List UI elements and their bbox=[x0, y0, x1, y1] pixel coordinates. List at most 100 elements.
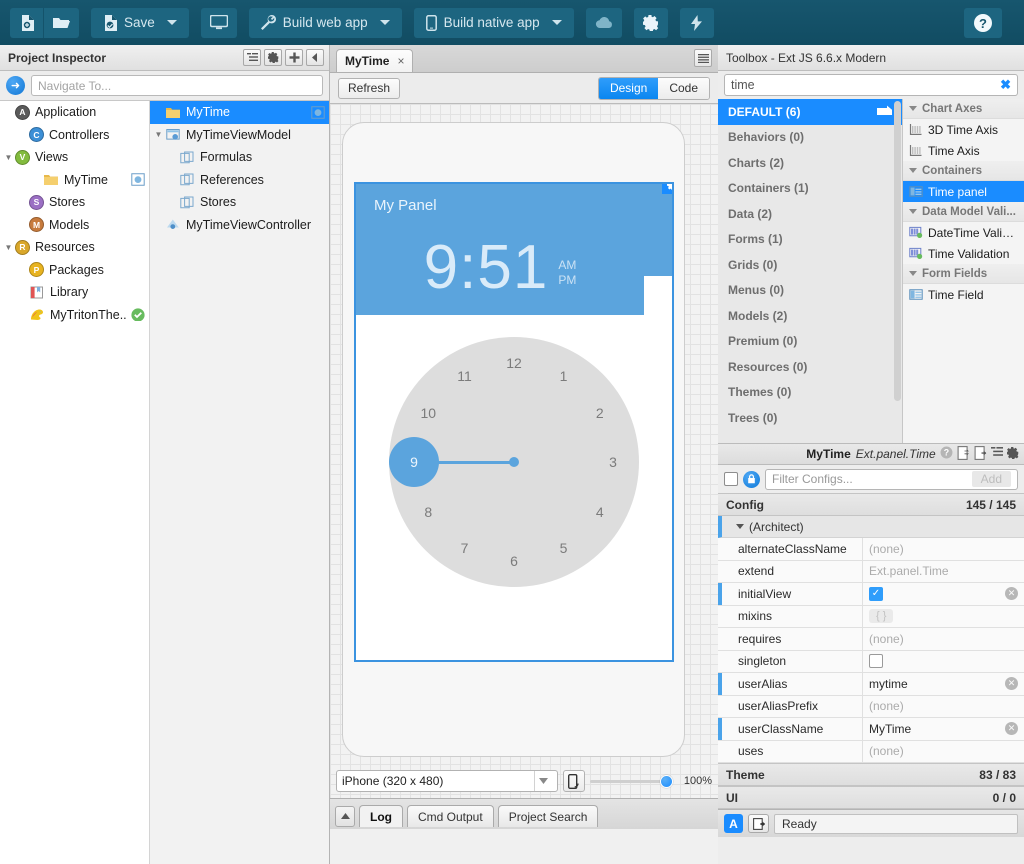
config-value[interactable]: Ext.panel.Time bbox=[862, 560, 1024, 582]
config-filter-input[interactable]: Filter Configs... Add bbox=[765, 468, 1018, 490]
tree-node-references[interactable]: References bbox=[150, 169, 329, 192]
save-button[interactable]: Save bbox=[91, 7, 189, 38]
cloud-button[interactable] bbox=[585, 7, 622, 38]
tab-menu-button[interactable] bbox=[694, 49, 712, 67]
config-section-header[interactable]: Config 145 / 145 bbox=[718, 493, 1024, 516]
toolbox-category-trees[interactable]: Trees (0) bbox=[718, 405, 902, 431]
mixins-pill[interactable]: { } bbox=[869, 609, 894, 624]
config-row-userAlias[interactable]: userAlias mytime ✕ bbox=[718, 673, 1024, 696]
toolbox-item-time-panel[interactable]: Time panel bbox=[903, 181, 1024, 202]
clock-number-2[interactable]: 2 bbox=[596, 405, 604, 421]
clock-number-10[interactable]: 10 bbox=[420, 405, 436, 421]
tree-node-models[interactable]: M Models bbox=[0, 214, 149, 237]
toolbox-category-forms[interactable]: Forms (1) bbox=[718, 227, 902, 253]
zoom-slider[interactable] bbox=[590, 770, 673, 792]
config-value[interactable]: ✓ ✕ bbox=[862, 583, 1024, 605]
config-row-initialView[interactable]: initialView ✓ ✕ bbox=[718, 583, 1024, 606]
config-select-all-checkbox[interactable] bbox=[724, 472, 738, 486]
toolbox-category-charts[interactable]: Charts (2) bbox=[718, 150, 902, 176]
toolbox-category-menus[interactable]: Menus (0) bbox=[718, 278, 902, 304]
tree-node-formulas[interactable]: Formulas bbox=[150, 146, 329, 169]
clock-number-8[interactable]: 8 bbox=[424, 504, 432, 520]
toolbox-group-chart-axes[interactable]: Chart Axes bbox=[903, 99, 1024, 119]
collapse-panel-button[interactable] bbox=[306, 49, 324, 66]
tab-code[interactable]: Code bbox=[658, 77, 709, 99]
config-value[interactable]: (none) bbox=[862, 628, 1024, 650]
tab-mytime[interactable]: MyTime × bbox=[336, 49, 414, 72]
config-settings-icon[interactable] bbox=[1007, 446, 1019, 462]
toolbox-category-models[interactable]: Models (2) bbox=[718, 303, 902, 329]
config-import-icon[interactable] bbox=[974, 445, 987, 463]
tab-log[interactable]: Log bbox=[359, 805, 403, 827]
settings-button[interactable] bbox=[633, 7, 668, 38]
chevron-down-icon[interactable] bbox=[534, 771, 552, 791]
clear-search-icon[interactable]: ✖ bbox=[1000, 77, 1011, 93]
zoom-knob[interactable] bbox=[660, 774, 673, 788]
config-row-alternateClassName[interactable]: alternateClassName (none) bbox=[718, 538, 1024, 561]
clock-number-12[interactable]: 12 bbox=[506, 355, 522, 371]
clock-number-4[interactable]: 4 bbox=[596, 504, 604, 520]
panel-config-gear-icon[interactable] bbox=[662, 184, 672, 194]
checkbox-unchecked[interactable] bbox=[869, 654, 883, 669]
config-row-uses[interactable]: uses (none) bbox=[718, 740, 1024, 763]
help-button[interactable]: ? bbox=[964, 7, 1002, 38]
chevron-down-icon[interactable]: ▼ bbox=[2, 153, 15, 162]
config-value[interactable]: (none) bbox=[862, 740, 1024, 762]
toolbox-category-grids[interactable]: Grids (0) bbox=[718, 252, 902, 278]
collapse-all-button[interactable] bbox=[243, 49, 261, 66]
tree-node-library[interactable]: Library bbox=[0, 281, 149, 304]
navigate-input[interactable] bbox=[31, 75, 323, 96]
toolbox-item-time-axis[interactable]: Time Axis bbox=[903, 140, 1024, 161]
chevron-down-icon[interactable]: ▼ bbox=[2, 243, 15, 252]
config-value[interactable]: MyTime ✕ bbox=[862, 718, 1024, 740]
categories-scrollbar[interactable] bbox=[894, 101, 901, 401]
new-file-button[interactable] bbox=[10, 7, 44, 38]
config-value[interactable]: (none) bbox=[862, 695, 1024, 717]
build-web-app-button[interactable]: Build web app bbox=[248, 7, 402, 38]
design-canvas[interactable]: My Panel 9:51 AM PM 11 10 9 8 7 6 5 4 3 2 1 12 bbox=[330, 104, 718, 798]
tab-cmd-output[interactable]: Cmd Output bbox=[407, 805, 494, 827]
tree-node-mytime[interactable]: MyTime bbox=[150, 101, 329, 124]
clear-value-icon[interactable]: ✕ bbox=[1005, 677, 1018, 691]
add-node-button[interactable] bbox=[285, 49, 303, 66]
config-value[interactable]: (none) bbox=[862, 538, 1024, 560]
config-row-mixins[interactable]: mixins { } bbox=[718, 605, 1024, 628]
config-value[interactable]: mytime ✕ bbox=[862, 673, 1024, 695]
lock-icon[interactable] bbox=[743, 470, 760, 488]
config-row-requires[interactable]: requires (none) bbox=[718, 628, 1024, 651]
tree-node-mytritonthe[interactable]: MyTritonThe.. bbox=[0, 304, 149, 327]
toolbox-search-input[interactable]: time ✖ bbox=[724, 74, 1018, 96]
toolbox-item-3d-time-axis[interactable]: 3D Time Axis bbox=[903, 119, 1024, 140]
tree-node-resources[interactable]: ▼ R Resources bbox=[0, 236, 149, 259]
tree-node-stores[interactable]: Stores bbox=[150, 191, 329, 214]
add-config-button[interactable]: Add bbox=[971, 471, 1011, 487]
clock-number-1[interactable]: 1 bbox=[560, 368, 568, 384]
clock-number-7[interactable]: 7 bbox=[461, 540, 469, 556]
close-icon[interactable]: × bbox=[397, 54, 404, 68]
config-row-userAliasPrefix[interactable]: userAliasPrefix (none) bbox=[718, 695, 1024, 718]
toolbox-category-data[interactable]: Data (2) bbox=[718, 201, 902, 227]
chevron-down-icon[interactable]: ▼ bbox=[152, 130, 165, 139]
inspector-settings-button[interactable] bbox=[264, 49, 282, 66]
config-help-icon[interactable]: ? bbox=[940, 446, 953, 462]
check-icon[interactable] bbox=[131, 308, 145, 322]
toolbox-category-default[interactable]: DEFAULT (6) bbox=[718, 99, 902, 125]
bolt-button[interactable] bbox=[679, 7, 714, 38]
checkbox-checked[interactable]: ✓ bbox=[869, 586, 883, 601]
my-panel-preview[interactable]: My Panel 9:51 AM PM 11 10 9 8 7 6 5 4 3 2 1 12 bbox=[354, 182, 674, 662]
theme-section-header[interactable]: Theme 83 / 83 bbox=[718, 763, 1024, 786]
toolbox-item-time-validation[interactable]: Time Validation bbox=[903, 243, 1024, 264]
toolbox-category-containers[interactable]: Containers (1) bbox=[718, 176, 902, 202]
open-folder-button[interactable] bbox=[44, 7, 79, 38]
config-export-icon[interactable] bbox=[957, 445, 970, 463]
toolbox-category-themes[interactable]: Themes (0) bbox=[718, 380, 902, 406]
config-list-icon[interactable] bbox=[991, 447, 1003, 461]
toolbox-category-premium[interactable]: Premium (0) bbox=[718, 329, 902, 355]
tree-node-stores[interactable]: S Stores bbox=[0, 191, 149, 214]
toolbox-item-time-field[interactable]: Time Field bbox=[903, 284, 1024, 305]
view-icon[interactable] bbox=[131, 173, 145, 186]
tab-project-search[interactable]: Project Search bbox=[497, 805, 599, 827]
view-icon[interactable] bbox=[311, 106, 325, 119]
toolbox-category-behaviors[interactable]: Behaviors (0) bbox=[718, 125, 902, 151]
preview-desktop-button[interactable] bbox=[200, 7, 237, 38]
